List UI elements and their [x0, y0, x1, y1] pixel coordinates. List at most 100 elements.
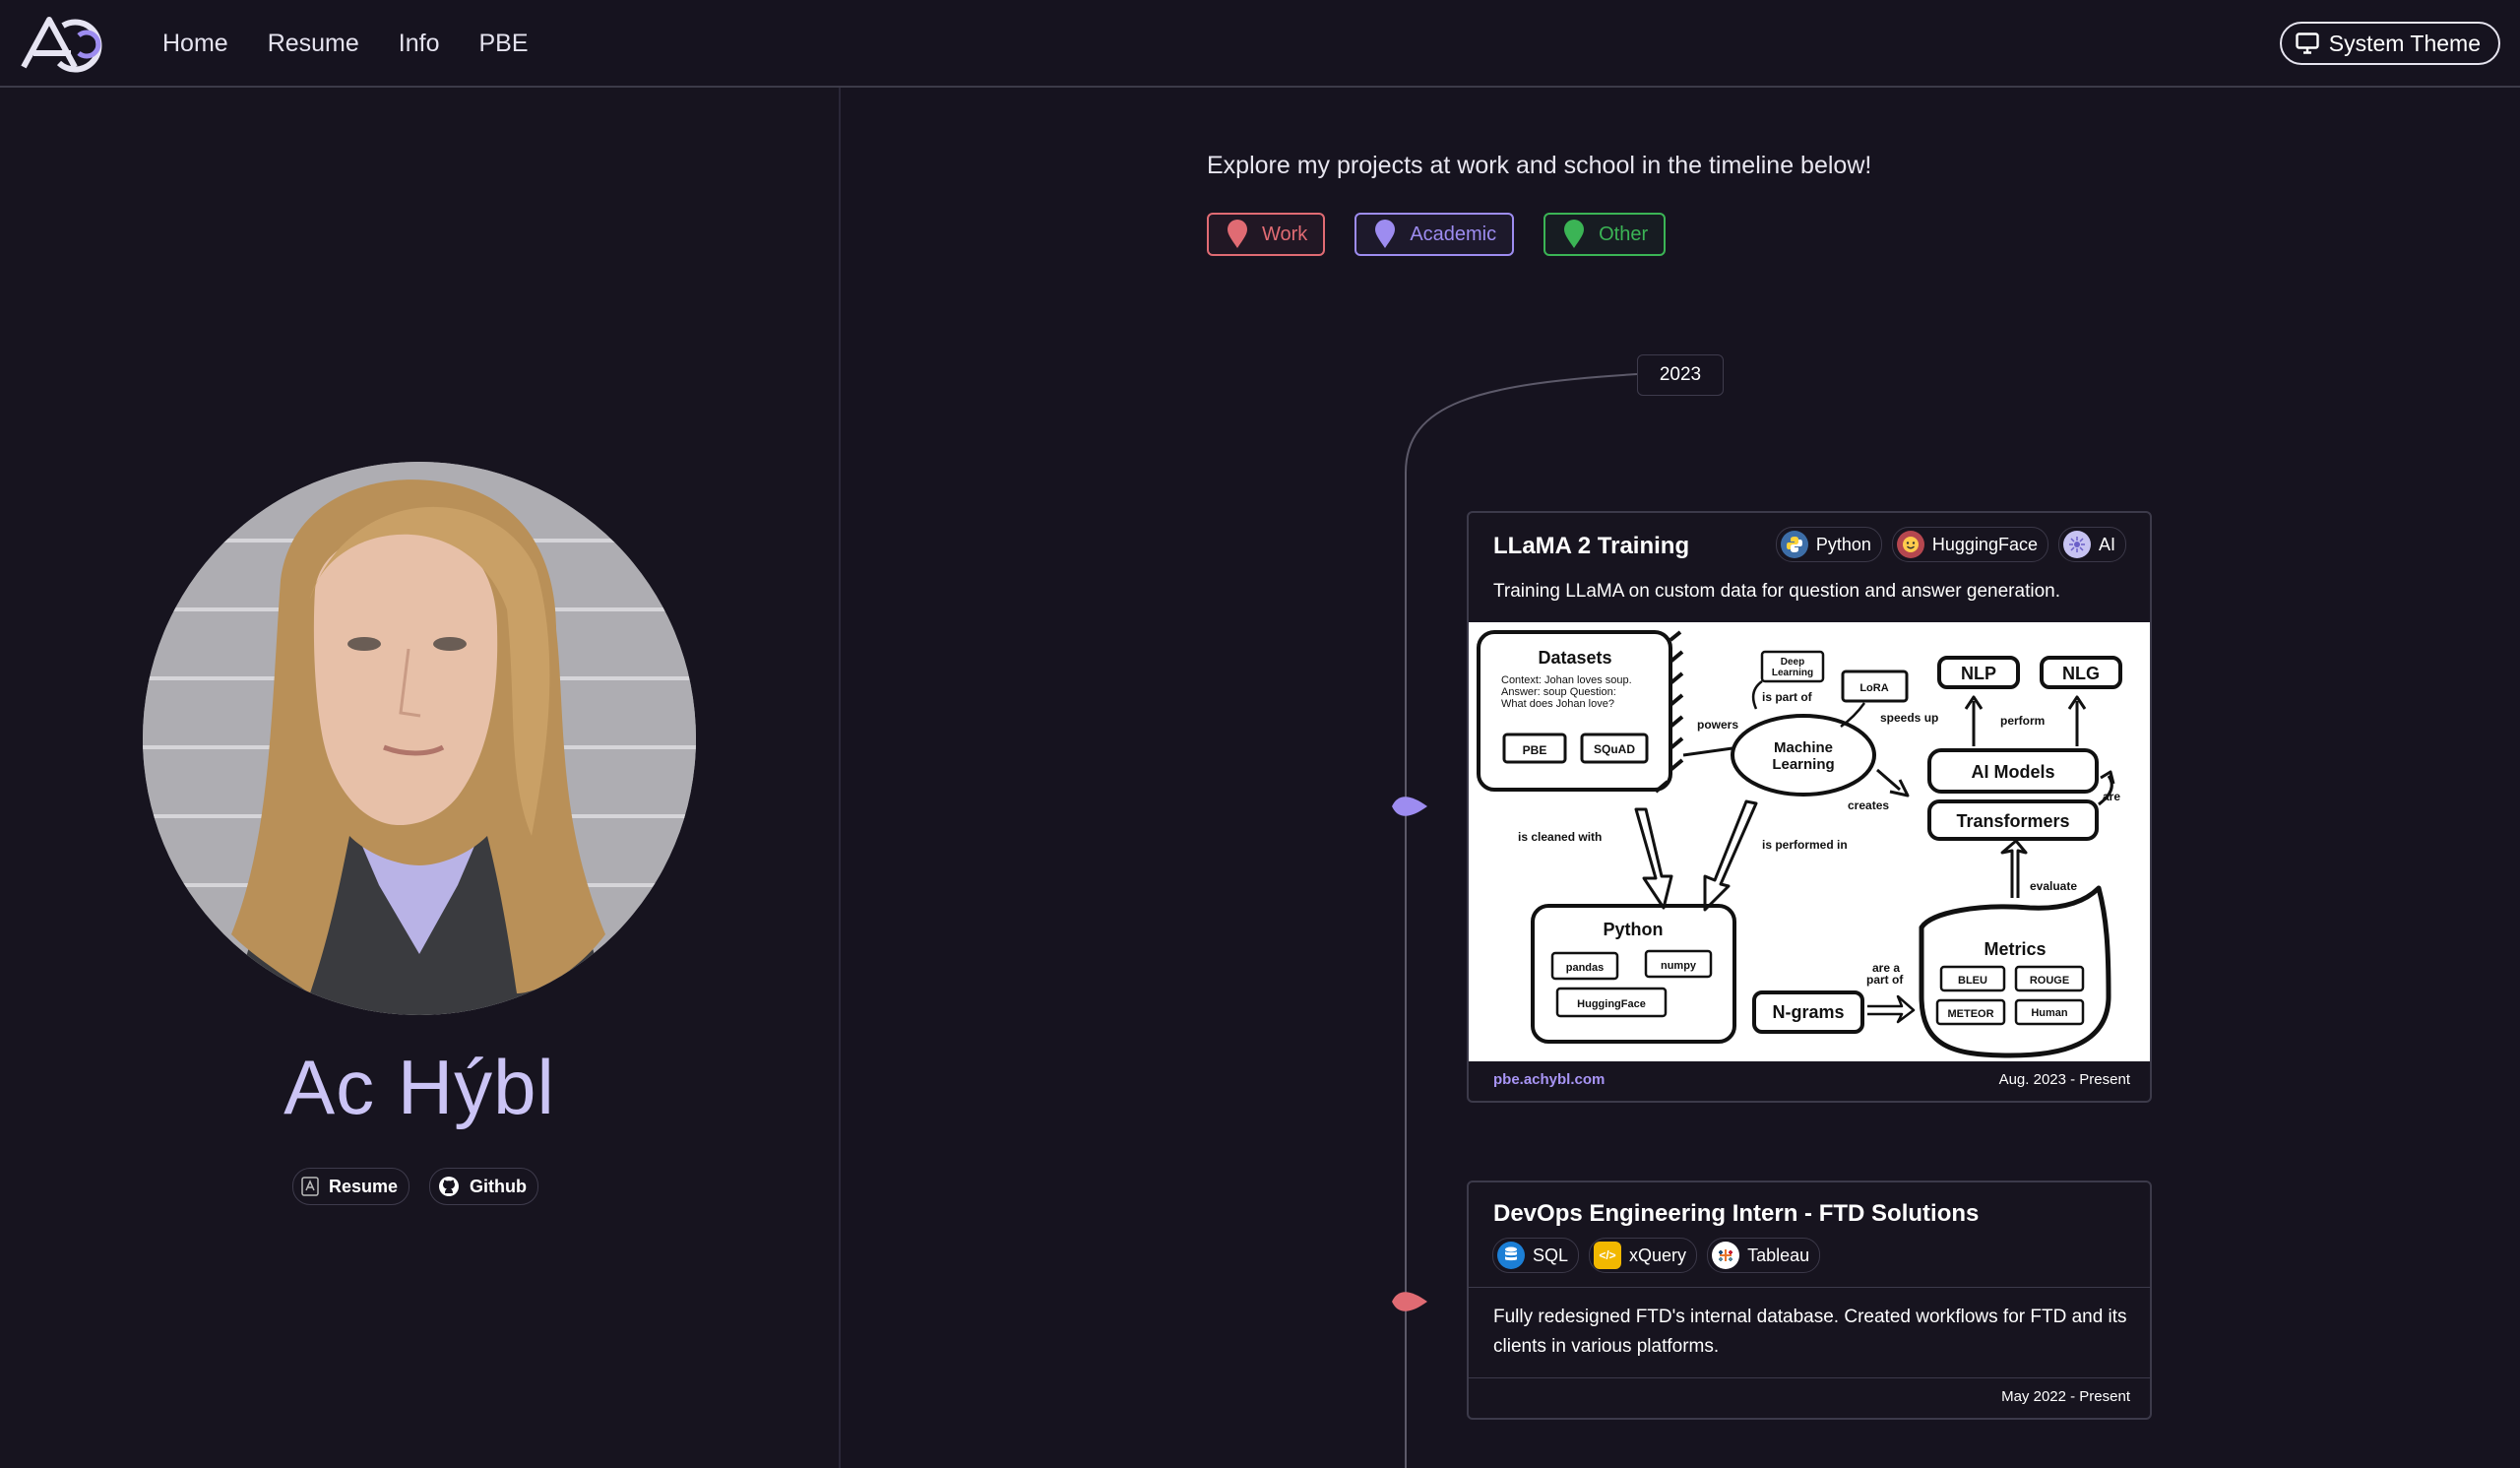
card-tags: Python HuggingFace AI — [1775, 527, 2126, 562]
map-pin-icon — [1375, 220, 1396, 248]
github-link[interactable]: Github — [429, 1168, 539, 1205]
diagram-nlg-label: NLG — [2062, 664, 2100, 683]
diagram-perform: perform — [2000, 714, 2045, 728]
monitor-icon — [2296, 32, 2319, 54]
diagram-human-label: Human — [2031, 1007, 2068, 1019]
github-icon — [439, 1177, 460, 1196]
tag-sql: SQL — [1492, 1238, 1580, 1273]
database-icon — [1497, 1242, 1525, 1269]
card-title: LLaMA 2 Training — [1493, 533, 1690, 559]
diagram-lora-label: LoRA — [1859, 682, 1888, 694]
code-icon: </> — [1594, 1242, 1622, 1269]
diagram-part-of: part of — [1866, 973, 1904, 987]
tag-tableau: Tableau — [1707, 1238, 1821, 1273]
portrait-illustration — [143, 462, 696, 1015]
github-link-label: Github — [470, 1176, 528, 1196]
diagram-pbe-label: PBE — [1523, 743, 1547, 757]
diagram-ai-models-label: AI Models — [1971, 762, 2054, 782]
tag-xquery: </> xQuery — [1589, 1238, 1698, 1273]
tag-huggingface-label: HuggingFace — [1931, 534, 2038, 554]
diagram-is-performed-in: is performed in — [1762, 838, 1848, 852]
avatar — [143, 462, 696, 1015]
card-description: Training LLaMA on custom data for questi… — [1493, 581, 2060, 602]
tag-sql-label: SQL — [1533, 1245, 1569, 1265]
timeline-card-llama[interactable]: LLaMA 2 Training Python HuggingFace AI T… — [1467, 511, 2152, 1103]
top-navbar: Home Resume Info PBE System Theme — [0, 0, 2520, 88]
diagram-rouge-label: ROUGE — [2030, 975, 2069, 987]
card-link[interactable]: pbe.achybl.com — [1493, 1071, 1605, 1088]
card-title: DevOps Engineering Intern - FTD Solution… — [1493, 1200, 1980, 1227]
ai-icon — [2062, 531, 2091, 558]
diagram-python-label: Python — [1604, 920, 1664, 939]
diagram-creates: creates — [1848, 798, 1889, 812]
card-description: Fully redesigned FTD's internal database… — [1493, 1307, 2127, 1357]
diagram-deep-label-1: Deep — [1781, 657, 1804, 668]
diagram-transformers-label: Transformers — [1956, 811, 2069, 831]
resume-icon — [301, 1177, 319, 1196]
diagram-datasets: Datasets — [1538, 648, 1611, 668]
timeline-marker-academic — [1392, 797, 1427, 816]
main-nav: Home Resume Info PBE — [162, 0, 529, 88]
resume-link[interactable]: Resume — [292, 1168, 410, 1205]
ml-concept-diagram: Datasets PBE PBE SQuAD Deep Learning LoR… — [1469, 622, 2150, 1061]
timeline-marker-work — [1392, 1292, 1427, 1311]
diagram-dataset-text-1: Context: Johan loves soup. — [1501, 674, 1632, 686]
timeline-intro: Explore my projects at work and school i… — [1207, 152, 1872, 179]
filter-other-button[interactable]: Other — [1544, 213, 1667, 256]
timeline-year-label: 2023 — [1637, 354, 1724, 396]
diagram-dataset-text-2: Answer: soup Question: — [1501, 686, 1616, 698]
filter-work-label: Work — [1262, 223, 1308, 245]
card-footer: pbe.achybl.com Aug. 2023 - Present — [1469, 1059, 2150, 1101]
map-pin-icon — [1228, 220, 1247, 248]
diagram-pandas-label: pandas — [1566, 962, 1605, 974]
tag-huggingface: HuggingFace — [1891, 527, 2048, 562]
diagram-ml-label-1: Machine — [1774, 739, 1833, 756]
resume-link-label: Resume — [329, 1176, 399, 1196]
diagram-evaluate: evaluate — [2030, 879, 2077, 893]
diagram-ngrams-label: N-grams — [1772, 1002, 1844, 1022]
tag-python: Python — [1775, 527, 1882, 562]
diagram-speeds-up: speeds up — [1880, 711, 1938, 725]
diagram-huggingface-label: HuggingFace — [1577, 998, 1646, 1010]
filter-academic-button[interactable]: Academic — [1354, 213, 1515, 256]
card-footer: May 2022 - Present — [1469, 1376, 2150, 1418]
theme-toggle-button[interactable]: System Theme — [2279, 22, 2500, 65]
filter-other-label: Other — [1599, 223, 1649, 245]
diagram-bleu-label: BLEU — [1958, 975, 1987, 987]
nav-info[interactable]: Info — [399, 30, 440, 58]
diagram-metrics-label: Metrics — [1984, 939, 2046, 959]
nav-resume[interactable]: Resume — [268, 30, 359, 58]
tag-python-label: Python — [1815, 534, 1871, 554]
map-pin-icon — [1564, 220, 1585, 248]
diagram-nlp-label: NLP — [1961, 664, 1996, 683]
diagram-powers: powers — [1697, 718, 1738, 732]
tableau-icon — [1712, 1242, 1740, 1269]
card-divider — [1469, 1287, 2150, 1288]
diagram-dataset-text-3: What does Johan love? — [1501, 698, 1614, 710]
profile-name: Ac Hýbl — [284, 1044, 555, 1130]
diagram-numpy-label: numpy — [1661, 960, 1697, 972]
diagram-is-part-of: is part of — [1762, 690, 1813, 704]
nav-home[interactable]: Home — [162, 30, 228, 58]
tag-ai: AI — [2057, 527, 2126, 562]
timeline-filters: Work Academic Other — [1207, 213, 1667, 256]
tag-xquery-label: xQuery — [1629, 1245, 1687, 1265]
tag-tableau-label: Tableau — [1747, 1245, 1810, 1265]
site-logo[interactable] — [20, 14, 120, 73]
filter-academic-label: Academic — [1410, 223, 1497, 245]
filter-work-button[interactable]: Work — [1207, 213, 1326, 256]
card-date: May 2022 - Present — [2001, 1388, 2130, 1405]
timeline-card-ftd[interactable]: DevOps Engineering Intern - FTD Solution… — [1467, 1181, 2152, 1420]
card-tags: SQL </> xQuery Tableau — [1492, 1238, 1821, 1273]
diagram-is-cleaned-with: is cleaned with — [1518, 830, 1602, 844]
python-icon — [1780, 531, 1808, 558]
nav-pbe[interactable]: PBE — [478, 30, 528, 58]
card-date: Aug. 2023 - Present — [1998, 1071, 2130, 1088]
profile-panel: Ac Hýbl Resume Github — [0, 88, 841, 1468]
profile-links: Resume Github — [292, 1168, 539, 1205]
theme-toggle-label: System Theme — [2328, 30, 2481, 56]
tag-ai-label: AI — [2098, 534, 2115, 554]
diagram-are: are — [2103, 790, 2120, 803]
diagram-ml-label-2: Learning — [1772, 756, 1834, 773]
diagram-meteor-label: METEOR — [1947, 1008, 1993, 1020]
